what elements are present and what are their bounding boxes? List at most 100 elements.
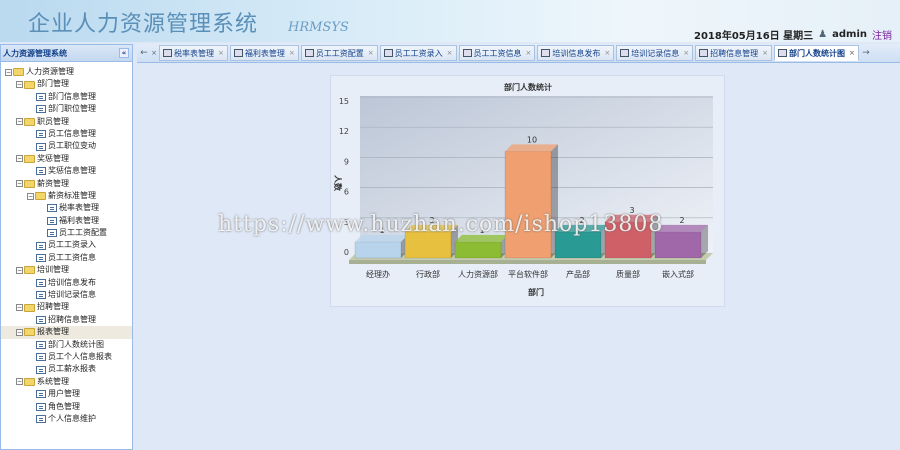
tree-item[interactable]: − 薪资管理 xyxy=(1,178,132,190)
chart-panel: 部门人数统计 0 3 6 9 12 15 1 经理办 2 行政部 1 人力资源部 10 平台软件部 2 产品部 3… xyxy=(330,75,725,307)
tree-item-label: 招聘管理 xyxy=(37,302,69,312)
tree-item[interactable]: 用户管理 xyxy=(1,388,132,400)
chart-title: 部门人数统计 xyxy=(504,82,552,92)
collapse-node-icon[interactable]: − xyxy=(5,68,12,76)
nav-tree: − 人力资源管理 − 部门管理 部门信息管理 部门职位管理 − 职员管理 员工信息管理 员工职位变… xyxy=(1,62,132,425)
tab-close-icon[interactable]: × xyxy=(526,49,532,57)
tab-close-icon[interactable]: × xyxy=(149,49,159,57)
tree-item[interactable]: 角色管理 xyxy=(1,401,132,413)
tree-item[interactable]: − 人力资源管理 xyxy=(1,66,132,78)
tab-label: 员工工资录入 xyxy=(394,48,443,58)
folder-icon xyxy=(24,266,35,275)
tree-item[interactable]: 部门信息管理 xyxy=(1,91,132,103)
tab-close-icon[interactable]: × xyxy=(368,49,374,57)
tree-item[interactable]: − 部门管理 xyxy=(1,78,132,90)
tab-icon xyxy=(620,49,630,57)
collapse-node-icon[interactable]: − xyxy=(16,81,23,89)
tree-item[interactable]: − 招聘管理 xyxy=(1,301,132,313)
tree-item[interactable]: 员工信息管理 xyxy=(1,128,132,140)
collapse-button[interactable]: « xyxy=(119,48,129,58)
tree-item[interactable]: − 薪资标准管理 xyxy=(1,190,132,202)
collapse-node-icon[interactable]: − xyxy=(16,118,23,126)
tree-item[interactable]: − 奖惩管理 xyxy=(1,153,132,165)
app-title: 企业人力资源管理系统 xyxy=(28,12,259,37)
tab-scroll-right-icon[interactable]: → xyxy=(861,48,871,58)
tree-item[interactable]: 员工工资信息 xyxy=(1,252,132,264)
tree-item[interactable]: 部门人数统计图 xyxy=(1,339,132,351)
tree-item-label: 奖惩信息管理 xyxy=(48,166,96,176)
tab-close-icon[interactable]: × xyxy=(289,49,295,57)
folder-icon xyxy=(24,328,35,337)
tab[interactable]: 员工工资配置 × xyxy=(300,45,378,61)
sidebar-header: 人力资源管理系统 « xyxy=(1,45,132,62)
app-subtitle: HRMSYS xyxy=(288,20,349,35)
tab-close-icon[interactable]: × xyxy=(604,49,610,57)
tree-item[interactable]: 部门职位管理 xyxy=(1,103,132,115)
tab[interactable]: 部门人数统计图 × xyxy=(774,45,859,61)
tab-close-icon[interactable]: × xyxy=(218,49,224,57)
page-icon xyxy=(36,353,46,362)
tree-item-label: 税率表管理 xyxy=(59,203,99,213)
collapse-node-icon[interactable]: − xyxy=(16,180,23,188)
folder-icon xyxy=(24,154,35,163)
tree-item[interactable]: 员工个人信息报表 xyxy=(1,351,132,363)
tab-icon xyxy=(699,49,709,57)
x-tick-label: 质量部 xyxy=(616,269,640,279)
bar xyxy=(354,241,402,259)
tree-item[interactable]: − 培训管理 xyxy=(1,264,132,276)
tab[interactable]: 招聘信息管理 × xyxy=(695,45,772,61)
tree-item[interactable]: 招聘信息管理 xyxy=(1,314,132,326)
folder-icon xyxy=(24,117,35,126)
tree-item[interactable]: − 职员管理 xyxy=(1,116,132,128)
collapse-node-icon[interactable]: − xyxy=(27,192,34,200)
tab[interactable]: 员工工资录入 × xyxy=(379,45,457,61)
tree-item[interactable]: − 报表管理 xyxy=(1,326,132,339)
tree-item-label: 福利表管理 xyxy=(59,215,99,225)
tree-item[interactable]: 培训记录信息 xyxy=(1,289,132,301)
tree-item-label: 用户管理 xyxy=(48,389,80,399)
y-axis-label: 人数 xyxy=(333,175,343,192)
tree-item[interactable]: 员工工资配置 xyxy=(1,227,132,239)
collapse-node-icon[interactable]: − xyxy=(16,266,23,274)
tab[interactable]: 税率表管理 × xyxy=(159,45,228,61)
tab-close-icon[interactable]: × xyxy=(447,49,453,57)
tab-close-icon[interactable]: × xyxy=(762,49,768,57)
tab-icon xyxy=(304,49,314,57)
tree-item[interactable]: 员工职位变动 xyxy=(1,140,132,152)
tree-item[interactable]: 福利表管理 xyxy=(1,215,132,227)
sidebar: 人力资源管理系统 « − 人力资源管理 − 部门管理 部门信息管理 部门职位管理 − 职员管理… xyxy=(0,44,133,450)
tree-item[interactable]: 培训信息发布 xyxy=(1,277,132,289)
watermark: https://www.huzhan.com/ishop13808 xyxy=(218,212,664,237)
page-icon xyxy=(47,204,57,213)
page-icon xyxy=(36,316,46,324)
tab-icon xyxy=(541,49,551,57)
tab[interactable]: 培训记录信息 × xyxy=(616,45,694,61)
collapse-node-icon[interactable]: − xyxy=(16,328,23,336)
tab-icon xyxy=(462,49,472,57)
tree-item[interactable]: 税率表管理 xyxy=(1,202,132,214)
collapse-node-icon[interactable]: − xyxy=(16,304,23,312)
tab-bar: ← × 税率表管理 × 福利表管理 × 员工工资配置 × 员工工资录入 × 员工工资信息 × 培训信… xyxy=(137,44,900,63)
tab-close-icon[interactable]: × xyxy=(849,49,855,57)
tree-item[interactable]: − 系统管理 xyxy=(1,376,132,388)
tree-item[interactable]: 员工工资录入 xyxy=(1,239,132,251)
bar-chart: 部门人数统计036912151经理办2行政部1人力资源部10平台软件部2产品部3… xyxy=(333,82,713,297)
logout-link[interactable]: 注销 xyxy=(872,27,892,42)
page-icon xyxy=(36,291,46,300)
tree-item-label: 个人信息维护 xyxy=(48,413,96,423)
tab-scroll-left-icon[interactable]: ← xyxy=(139,48,149,58)
tree-item[interactable]: 个人信息维护 xyxy=(1,413,132,425)
tree-item-label: 部门职位管理 xyxy=(48,104,96,114)
tab-label: 部门人数统计图 xyxy=(789,48,845,58)
collapse-node-icon[interactable]: − xyxy=(16,155,23,163)
page-icon xyxy=(36,278,46,287)
collapse-node-icon[interactable]: − xyxy=(16,378,23,386)
tab[interactable]: 员工工资信息 × xyxy=(458,45,536,61)
tree-item[interactable]: 奖惩信息管理 xyxy=(1,165,132,177)
tab-close-icon[interactable]: × xyxy=(683,49,689,57)
tab[interactable]: 福利表管理 × xyxy=(229,45,299,61)
tree-item[interactable]: 员工薪水报表 xyxy=(1,363,132,375)
y-tick-label: 12 xyxy=(339,127,349,136)
tab[interactable]: 培训信息发布 × xyxy=(537,45,615,61)
y-tick-label: 0 xyxy=(344,248,349,257)
